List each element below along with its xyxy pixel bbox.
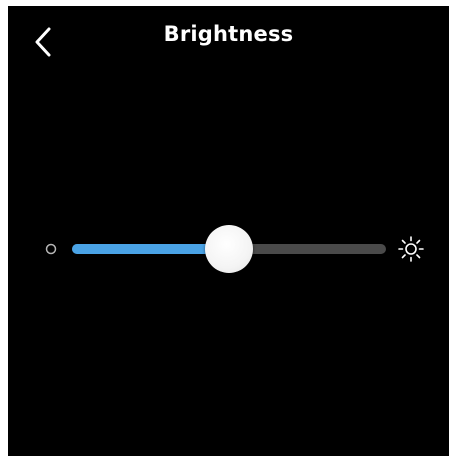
sun-icon	[396, 234, 426, 264]
dim-circle-icon	[44, 241, 58, 255]
brightness-slider[interactable]	[72, 225, 386, 273]
slider-thumb[interactable]	[205, 225, 253, 273]
brightness-screen: Brightness	[8, 6, 449, 456]
page-title: Brightness	[163, 22, 294, 46]
